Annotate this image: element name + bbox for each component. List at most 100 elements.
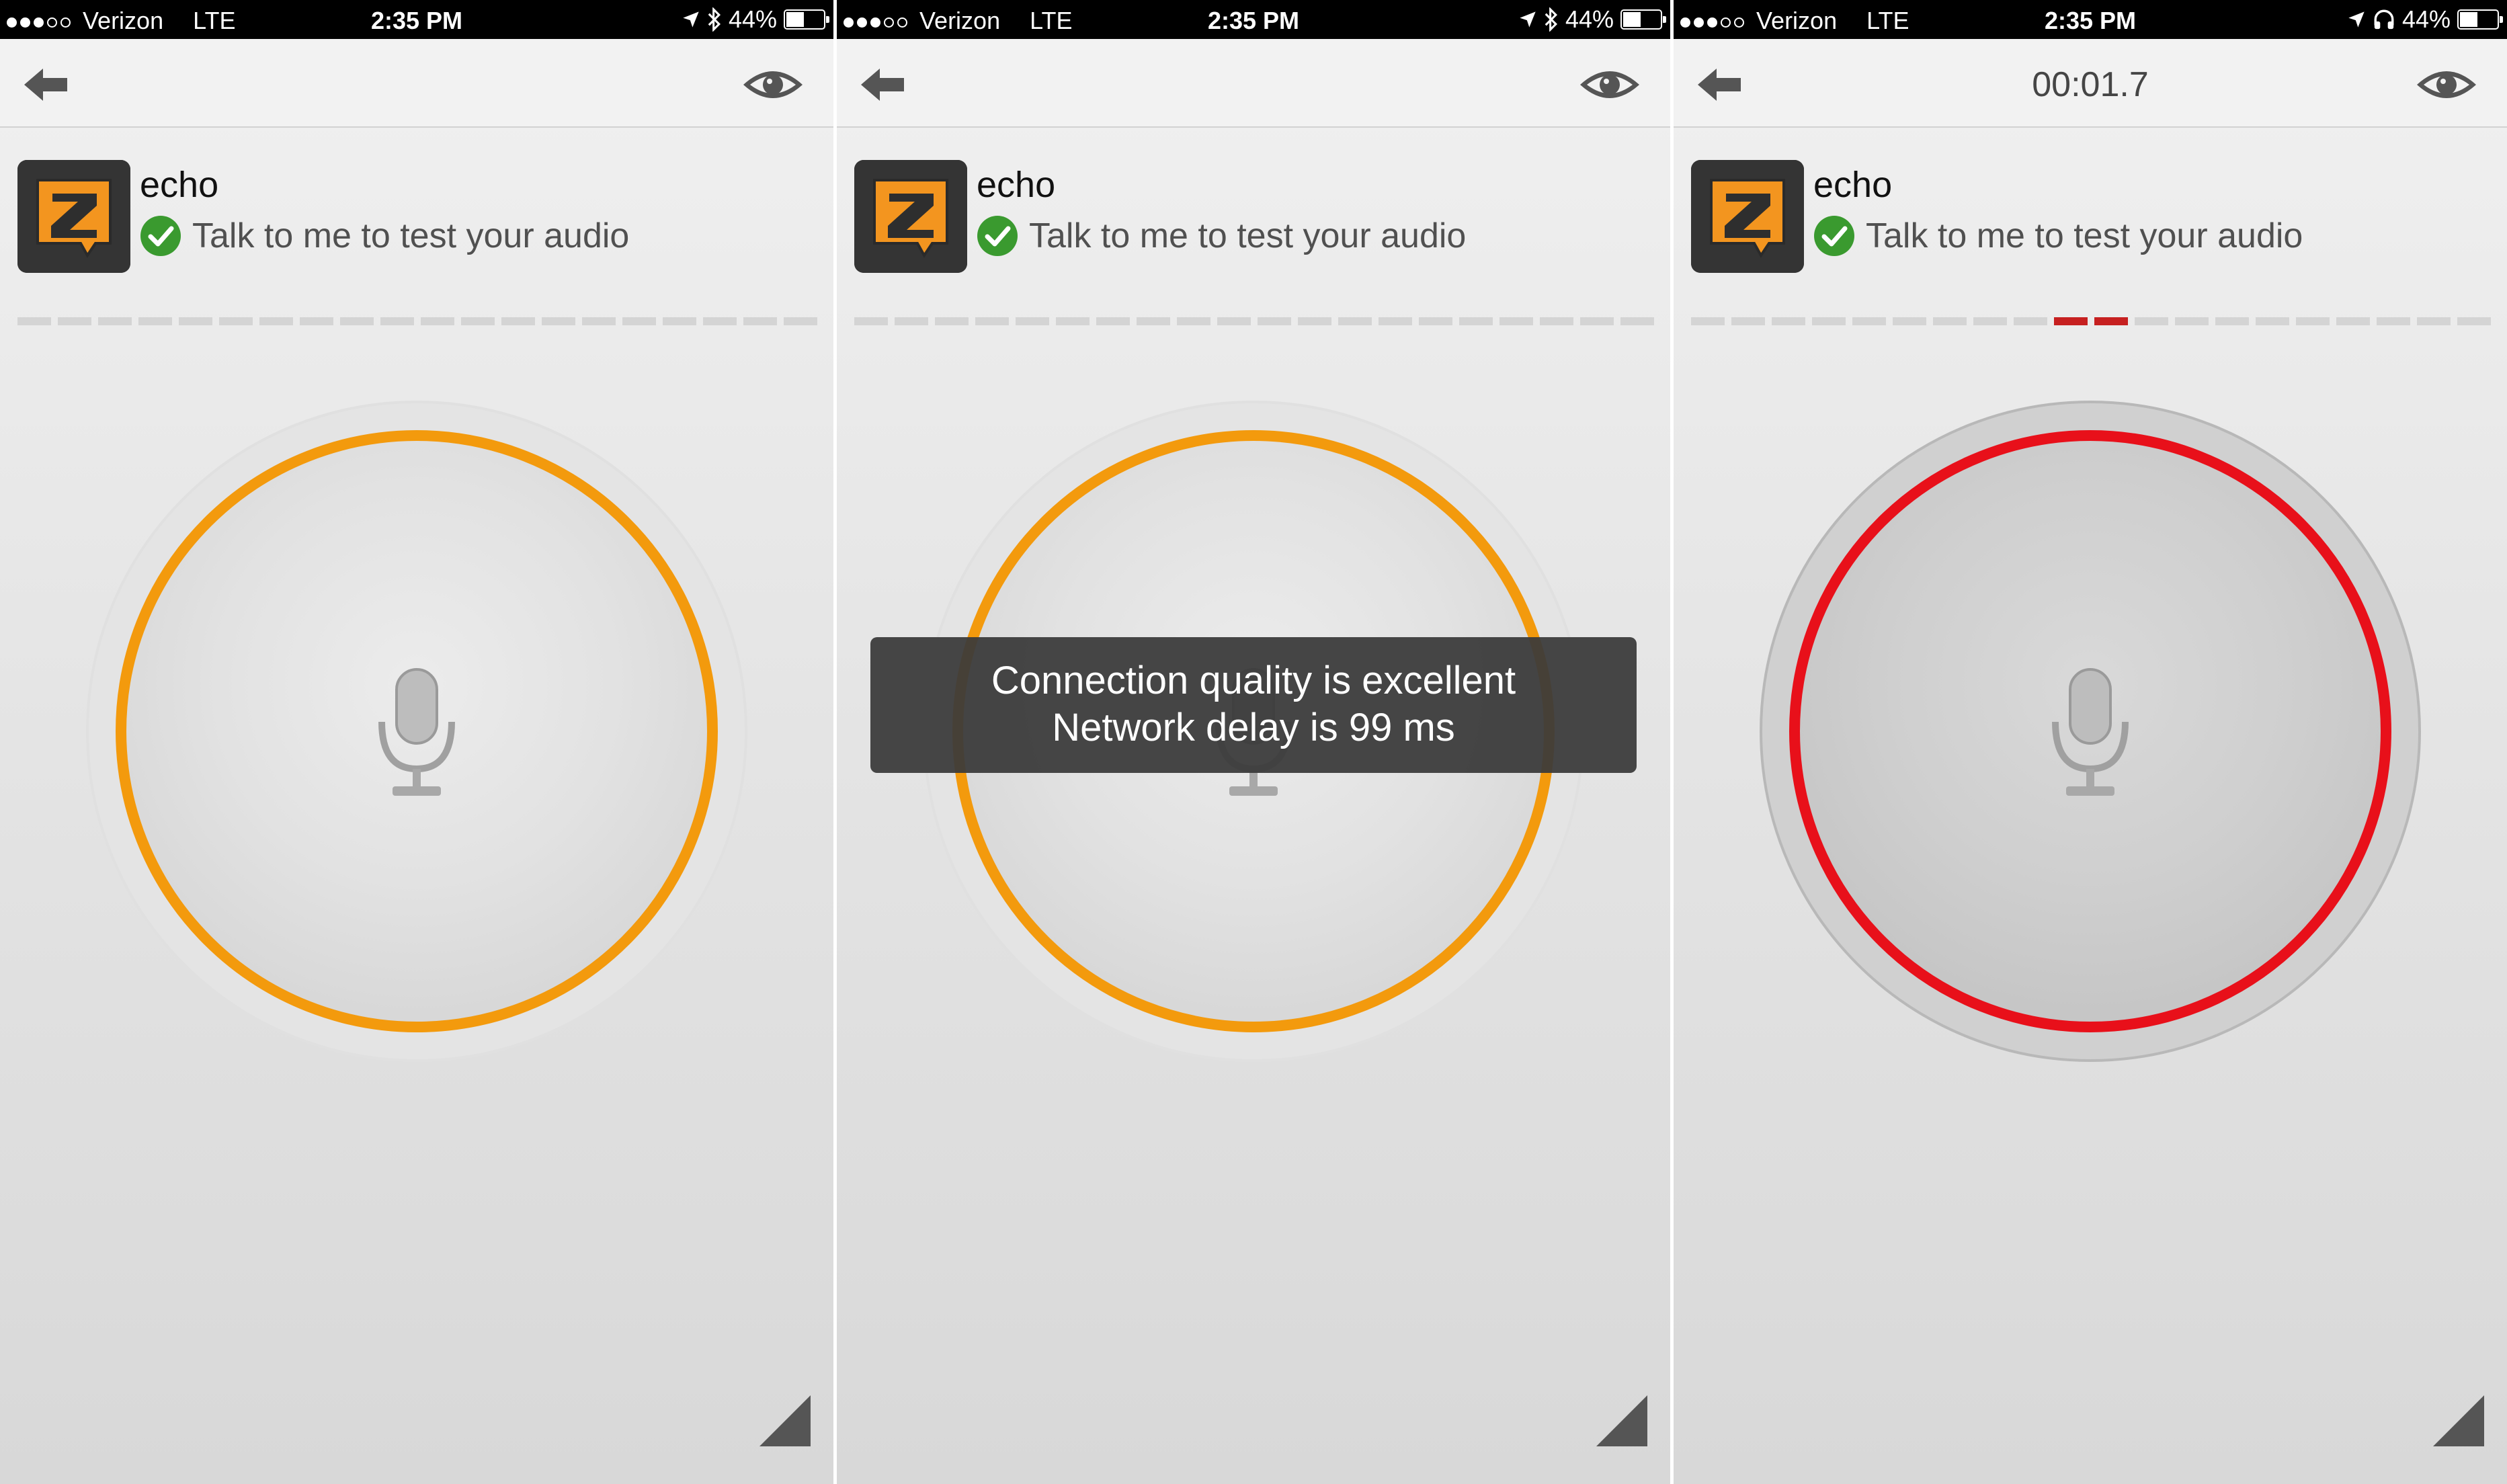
meter-segment [2094, 317, 2128, 325]
meter-segment [300, 317, 333, 325]
meter-segment [58, 317, 91, 325]
push-to-talk-button[interactable] [1760, 401, 2421, 1062]
meter-segment [1852, 317, 1886, 325]
contact-status: Talk to me to test your audio [1029, 216, 1467, 255]
meter-segment [2296, 317, 2330, 325]
nav-bar [0, 39, 833, 128]
resize-corner-icon[interactable] [759, 1395, 811, 1446]
meter-segment [1177, 317, 1210, 325]
eye-icon[interactable] [1577, 66, 1642, 104]
meter-segment [98, 317, 132, 325]
meter-segment [2457, 317, 2491, 325]
meter-segment [2054, 317, 2088, 325]
meter-segment [421, 317, 454, 325]
bluetooth-icon [708, 7, 721, 32]
resize-corner-icon[interactable] [1596, 1395, 1647, 1446]
meter-segment [1973, 317, 2007, 325]
toast-line-quality: Connection quality is excellent [991, 659, 1516, 702]
screenshot-collage: Verizon LTE 2:35 PM 44% echo Talk to me … [0, 0, 2507, 1484]
meter-segment [17, 317, 51, 325]
push-to-talk-button[interactable] [86, 401, 747, 1062]
meter-segment [1812, 317, 1846, 325]
audio-level-meter [854, 317, 1654, 327]
screen-2: Verizon LTE 2:35 PM 44% echo Talk to me … [837, 0, 1670, 1484]
contact-status: Talk to me to test your audio [1866, 216, 2303, 255]
contact-status: Talk to me to test your audio [192, 216, 630, 255]
eye-icon[interactable] [741, 66, 805, 104]
bluetooth-icon [1545, 7, 1557, 32]
meter-segment [219, 317, 253, 325]
contact-name: echo [977, 165, 1056, 205]
back-arrow-icon[interactable] [23, 66, 70, 104]
meter-segment [1096, 317, 1130, 325]
meter-segment [975, 317, 1009, 325]
meter-segment [1893, 317, 1926, 325]
meter-segment [259, 317, 293, 325]
screen-1: Verizon LTE 2:35 PM 44% echo Talk to me … [0, 0, 833, 1484]
connection-quality-toast: Connection quality is excellent Network … [870, 637, 1637, 773]
meter-segment [582, 317, 616, 325]
meter-segment [663, 317, 696, 325]
meter-segment [784, 317, 817, 325]
meter-segment [138, 317, 172, 325]
toast-line-delay: Network delay is 99 ms [1052, 706, 1455, 749]
meter-segment [895, 317, 928, 325]
meter-segment [380, 317, 414, 325]
online-check-icon [977, 216, 1018, 256]
nav-bar [837, 39, 1670, 128]
location-arrow-icon [683, 11, 699, 28]
meter-segment [1258, 317, 1291, 325]
battery-percent: 44% [1565, 5, 1614, 33]
meter-segment [2256, 317, 2289, 325]
meter-segment [1499, 317, 1533, 325]
meter-segment [2014, 317, 2047, 325]
battery-percent: 44% [728, 5, 777, 33]
battery-icon [784, 9, 829, 30]
meter-segment [935, 317, 969, 325]
meter-segment [1137, 317, 1170, 325]
meter-segment [1731, 317, 1765, 325]
meter-segment [622, 317, 656, 325]
resize-corner-icon[interactable] [2433, 1395, 2484, 1446]
audio-level-meter [17, 317, 817, 327]
meter-segment [1691, 317, 1725, 325]
meter-segment [1298, 317, 1331, 325]
meter-segment [1620, 317, 1654, 325]
meter-segment [1217, 317, 1251, 325]
meter-segment [1772, 317, 1805, 325]
meter-segment [703, 317, 737, 325]
nav-bar: 00:01.7 [1674, 39, 2507, 128]
meter-segment [2377, 317, 2410, 325]
meter-segment [2336, 317, 2370, 325]
status-bar: Verizon LTE 2:35 PM 44% [0, 0, 833, 39]
meter-segment [1459, 317, 1493, 325]
headphones-icon [2374, 9, 2394, 30]
meter-segment [1540, 317, 1573, 325]
online-check-icon [1814, 216, 1854, 256]
meter-segment [2175, 317, 2209, 325]
call-timer: 00:01.7 [2032, 65, 2149, 104]
zello-logo-icon [854, 160, 967, 273]
meter-segment [1580, 317, 1614, 325]
meter-segment [501, 317, 535, 325]
zello-logo-icon [1691, 160, 1804, 273]
meter-segment [1056, 317, 1090, 325]
meter-segment [2135, 317, 2168, 325]
online-check-icon [140, 216, 181, 256]
contact-name: echo [1813, 165, 1893, 205]
back-arrow-icon[interactable] [860, 66, 907, 104]
status-bar: Verizon LTE 2:35 PM 44% [1674, 0, 2507, 39]
meter-segment [1379, 317, 1412, 325]
meter-segment [542, 317, 575, 325]
zello-logo-icon [17, 160, 130, 273]
status-bar: Verizon LTE 2:35 PM 44% [837, 0, 1670, 39]
meter-segment [2215, 317, 2249, 325]
meter-segment [1419, 317, 1452, 325]
meter-segment [1016, 317, 1049, 325]
battery-percent: 44% [2401, 5, 2451, 33]
battery-icon [2457, 9, 2503, 30]
location-arrow-icon [1520, 11, 1536, 28]
location-arrow-icon [2348, 11, 2365, 28]
audio-level-meter [1691, 317, 2491, 327]
eye-icon[interactable] [2414, 66, 2479, 104]
